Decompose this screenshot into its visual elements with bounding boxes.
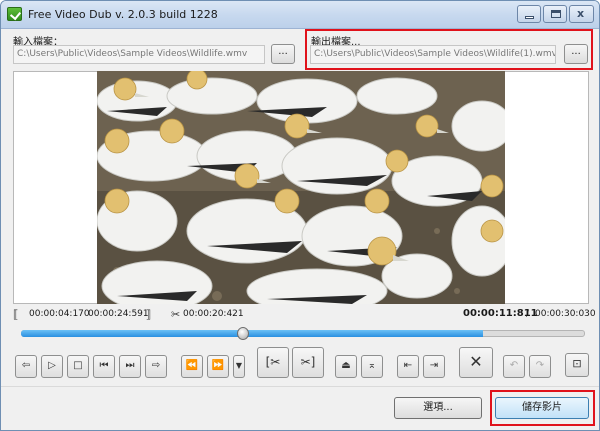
gannets-scene (97, 71, 505, 304)
prev-frame-button[interactable]: ⇦ (15, 355, 37, 378)
close-button[interactable]: x (569, 5, 594, 23)
mark-in-icon: [✂ (265, 355, 281, 369)
go-start-button[interactable]: ⏪ (181, 355, 203, 378)
play-icon: ▷ (48, 360, 56, 371)
video-frame-image (97, 71, 505, 304)
input-browse-button[interactable]: ... (271, 44, 295, 64)
step-back-button[interactable]: ⏮ (93, 355, 115, 378)
skip-start-icon: ⏪ (185, 360, 199, 371)
cut-button[interactable]: ⏏ (335, 355, 357, 378)
window-title: Free Video Dub v. 2.0.3 build 1228 (28, 8, 218, 21)
input-file-field[interactable]: C:\Users\Public\Videos\Sample Videos\Wil… (13, 45, 265, 64)
prev-cut-icon: ⇤ (403, 360, 413, 371)
save-highlight-box (490, 390, 595, 426)
go-end-button[interactable]: ⏩ (207, 355, 229, 378)
total-time: 00:00:30:030 (535, 309, 596, 319)
undo-button[interactable]: ↶ (503, 355, 525, 378)
undo-icon: ↶ (509, 360, 519, 371)
app-icon (7, 7, 22, 21)
stop-button[interactable]: □ (67, 355, 89, 378)
delete-icon: ✕ (469, 352, 483, 371)
skip-end-icon: ⏩ (211, 360, 225, 371)
step-forward-button[interactable]: ⏭ (119, 355, 141, 378)
step-forward-icon: ⏭ (125, 360, 135, 371)
title-bar[interactable]: Free Video Dub v. 2.0.3 build 1228 x (1, 1, 599, 29)
uncut-button[interactable]: ⌅ (361, 355, 383, 378)
mark-out-button[interactable]: ✂] (292, 347, 324, 378)
next-cut-button[interactable]: ⇥ (423, 355, 445, 378)
time-separator: / (526, 309, 530, 319)
mark-out-icon: ✂] (300, 355, 316, 369)
minimize-button[interactable] (517, 5, 541, 23)
minimize-icon (525, 16, 534, 19)
options-button[interactable]: 選項... (394, 397, 482, 419)
next-cut-icon: ⇥ (429, 360, 439, 371)
cut-position-icon: ✂ (171, 308, 181, 321)
step-back-icon: ⏮ (99, 360, 109, 371)
mark-in-icon: ⟦ (13, 308, 19, 321)
skip-options-dropdown[interactable]: ▼ (233, 355, 245, 378)
mark-in-button[interactable]: [✂ (257, 347, 289, 378)
close-icon: x (577, 7, 585, 20)
chevron-down-icon: ▼ (235, 361, 243, 370)
seek-handle[interactable] (236, 327, 249, 340)
arrow-right-icon: ⇨ (151, 360, 161, 371)
mark-out-icon: ⟧ (146, 308, 152, 321)
fit-window-button[interactable]: ⊡ (565, 353, 589, 377)
maximize-icon (551, 10, 561, 18)
redo-button[interactable]: ↷ (529, 355, 551, 378)
redo-icon: ↷ (535, 360, 545, 371)
selection-end-time: 00:00:24:591 (88, 309, 149, 319)
output-highlight-box (305, 29, 593, 70)
selection-start-time: 00:00:04:170 (29, 309, 90, 319)
prev-cut-button[interactable]: ⇤ (397, 355, 419, 378)
uncut-icon: ⌅ (367, 360, 377, 371)
cut-icon: ⏏ (341, 360, 351, 371)
fit-window-icon: ⊡ (572, 357, 582, 370)
app-window: Free Video Dub v. 2.0.3 build 1228 x 輸入檔… (0, 0, 600, 431)
stop-icon: □ (73, 360, 83, 371)
seek-bar-selection (21, 330, 483, 337)
arrow-left-icon: ⇦ (21, 360, 31, 371)
maximize-button[interactable] (543, 5, 567, 23)
play-button[interactable]: ▷ (41, 355, 63, 378)
delete-button[interactable]: ✕ (459, 347, 493, 378)
cut-time: 00:00:20:421 (183, 309, 244, 319)
next-frame-button[interactable]: ⇨ (145, 355, 167, 378)
